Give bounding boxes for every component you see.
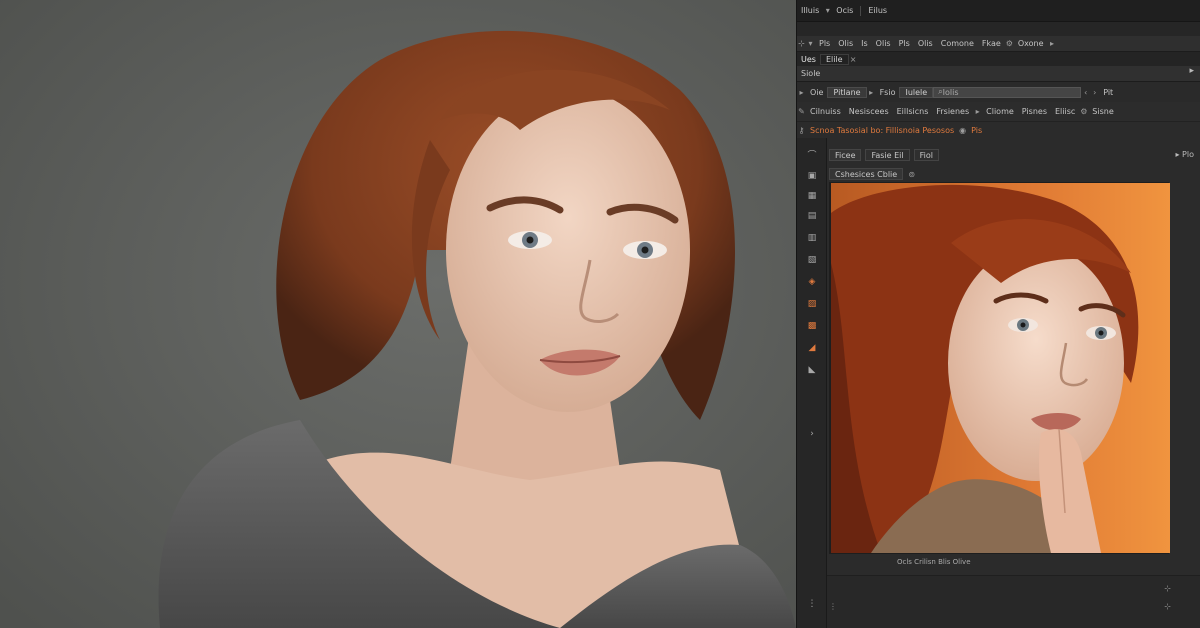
right-top-label: Plo xyxy=(1182,150,1194,159)
text-icon[interactable]: ◣ xyxy=(806,364,818,376)
lasso-icon[interactable]: ⌒ xyxy=(806,150,818,162)
option-2[interactable]: Olis xyxy=(834,36,857,51)
hand-icon[interactable]: ⋮ xyxy=(806,598,818,610)
search-field[interactable]: ⌕ Iolis xyxy=(933,86,1082,98)
scroll-handle-icon[interactable]: ⋮ xyxy=(829,602,837,611)
link-icon[interactable]: ⊚ xyxy=(907,170,916,179)
doc-control-2[interactable]: Fasie Eil xyxy=(865,149,910,161)
eye-icon[interactable]: ◉ xyxy=(958,126,967,135)
settings-icon[interactable]: ⚙ xyxy=(1079,107,1088,116)
document-tabs: Ues Elile × xyxy=(797,52,1200,66)
tab-document-2[interactable]: Elile xyxy=(819,53,849,65)
play-icon[interactable]: ▸ xyxy=(867,88,876,97)
control-3[interactable]: Fsio xyxy=(876,82,900,102)
previous-icon[interactable]: ‹ xyxy=(1081,88,1090,97)
brush-tool-icon[interactable]: ▤ xyxy=(806,210,818,222)
arrow-right-icon[interactable]: ▸ xyxy=(973,107,982,116)
tool-option-7[interactable]: Eliisc xyxy=(1051,102,1079,121)
control-4[interactable]: Iulele xyxy=(899,86,934,98)
panel-header: Siole xyxy=(797,66,1200,82)
tools-panel: ⌒ ▣ ▦ ▤ ▥ ▧ ◈ ▨ ▩ ◢ ◣ › ⋮ xyxy=(797,138,827,628)
layer-info-row: ⚷ Scnoa Tasosial bo: Fillisnoia Pesosos … xyxy=(797,122,1200,138)
pen-icon[interactable]: ◢ xyxy=(806,342,818,354)
options-bar: ⊹ ▾ Pls Olis Is Olis Pls Olis Comone Fka… xyxy=(797,36,1200,52)
document-info: Cshesices Cblie ⊚ xyxy=(829,167,916,181)
panel-arrow[interactable]: ▸ Plo xyxy=(1175,150,1194,159)
move-icon[interactable]: ⊹ xyxy=(797,39,806,48)
title-bar: Illuis ▾ Ocis Eilus xyxy=(797,0,1200,22)
panel-title: Siole xyxy=(801,69,821,78)
option-6[interactable]: Olis xyxy=(914,36,937,51)
collapse-icon[interactable]: ⊹ xyxy=(1164,602,1171,611)
option-9[interactable]: Oxone xyxy=(1014,36,1048,51)
canvas-portrait-image xyxy=(831,183,1170,553)
portrait-photo xyxy=(0,0,796,628)
layer-info-tail: Pis xyxy=(971,125,983,135)
gradient-icon[interactable]: ▧ xyxy=(806,254,818,266)
stamp-icon[interactable]: ▥ xyxy=(806,232,818,244)
gear-icon[interactable]: ⚙ xyxy=(1005,39,1014,48)
option-5[interactable]: Pls xyxy=(895,36,914,51)
control-extra[interactable]: Pit xyxy=(1099,82,1117,102)
arrow-right-icon[interactable]: ▸ xyxy=(797,88,806,97)
tab-document-1[interactable]: Ues xyxy=(797,52,820,66)
expand-icon[interactable]: ⊹ xyxy=(1164,584,1171,593)
chevron-down-icon[interactable]: ▾ xyxy=(823,6,832,15)
option-1[interactable]: Pls xyxy=(815,36,834,51)
shape-icon[interactable]: › xyxy=(806,428,818,440)
chevron-down-icon[interactable]: ▾ xyxy=(806,39,815,48)
option-3[interactable]: Is xyxy=(857,36,872,51)
search-placeholder: Iolis xyxy=(942,87,959,97)
color-icon[interactable]: ◈ xyxy=(806,276,818,288)
document-controls: Ficee Fasie Eil Fiol xyxy=(829,148,939,162)
crop-icon[interactable]: ▣ xyxy=(806,170,818,182)
menu-item-3[interactable]: Eilus xyxy=(864,0,891,21)
doc-info-1[interactable]: Cshesices Cblie xyxy=(829,168,904,180)
close-icon[interactable]: × xyxy=(849,55,858,64)
grid-icon[interactable]: ▦ xyxy=(806,190,818,202)
image-editor-window: Illuis ▾ Ocis Eilus ⊹ ▾ Pls Olis Is Olis… xyxy=(796,0,1200,628)
menu-item-2[interactable]: Ocis xyxy=(832,0,857,21)
doc-control-1[interactable]: Ficee xyxy=(829,149,862,161)
dodge-icon[interactable]: ▩ xyxy=(806,320,818,332)
status-text: Ocls Crilisn Blis Olive xyxy=(897,558,971,566)
option-8[interactable]: Fkae xyxy=(978,36,1005,51)
bottom-panel: ⊹ ⊹ ⋮ xyxy=(827,575,1200,628)
control-row: ▸ Oie Pitlane ▸ Fsio Iulele ⌕ Iolis ‹ › … xyxy=(797,82,1200,102)
key-icon[interactable]: ⚷ xyxy=(797,126,806,135)
menu-item-1[interactable]: Illuis xyxy=(797,0,823,21)
tool-option-2[interactable]: Nesiscees xyxy=(845,102,893,121)
tool-options-row: ✎ Cilnuiss Nesiscees Eillsicns Frsienes … xyxy=(797,102,1200,122)
tool-option-3[interactable]: Eillsicns xyxy=(893,102,933,121)
tool-option-4[interactable]: Frsienes xyxy=(932,102,973,121)
option-7[interactable]: Comone xyxy=(937,36,978,51)
document-canvas[interactable] xyxy=(829,182,1170,554)
tool-option-6[interactable]: Pisnes xyxy=(1018,102,1051,121)
next-icon[interactable]: › xyxy=(1090,88,1099,97)
option-4[interactable]: Olis xyxy=(872,36,895,51)
expand-arrow-icon[interactable]: ▸ xyxy=(1189,66,1194,76)
tool-option-8[interactable]: Sisne xyxy=(1088,102,1117,121)
brush-icon[interactable]: ✎ xyxy=(797,107,806,116)
layer-info-text: Scnoa Tasosial bo: Fillisnoia Pesosos xyxy=(810,125,955,135)
eraser-icon[interactable]: ▨ xyxy=(806,298,818,310)
more-arrow-icon[interactable]: ▸ xyxy=(1048,39,1057,48)
control-1[interactable]: Oie xyxy=(806,82,827,102)
doc-control-3[interactable]: Fiol xyxy=(913,149,939,161)
separator xyxy=(860,5,862,16)
tool-option-1[interactable]: Cilnuiss xyxy=(806,102,845,121)
control-2[interactable]: Pitlane xyxy=(827,86,867,98)
tool-option-5[interactable]: Cliome xyxy=(982,102,1018,121)
tab-bar xyxy=(797,22,1200,36)
